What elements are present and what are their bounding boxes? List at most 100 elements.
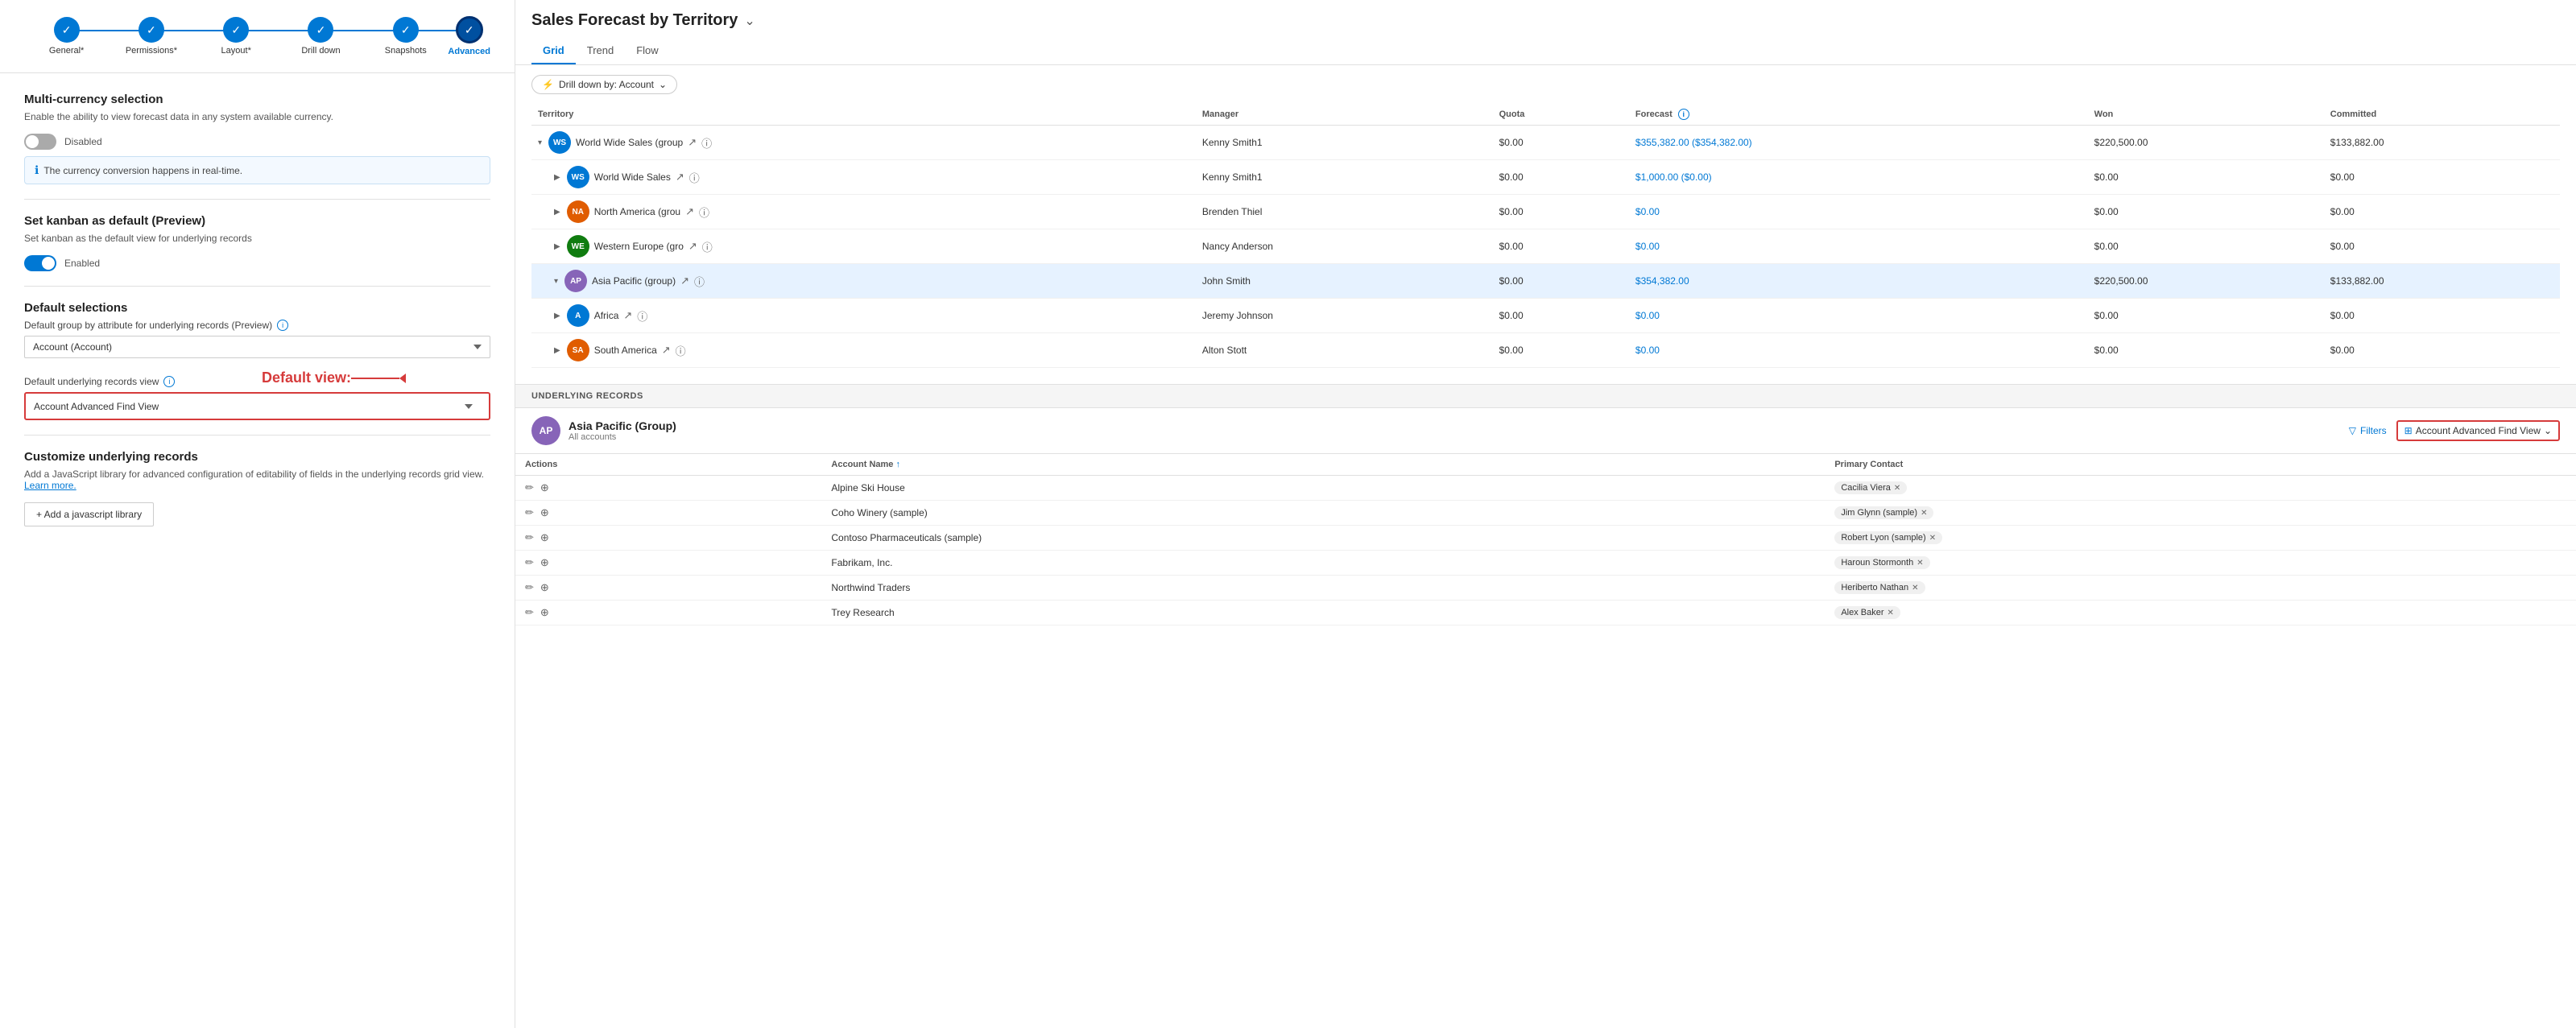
expand-icon[interactable]: ▶ [554, 346, 560, 355]
info-action-icon[interactable]: ⓘ [701, 135, 712, 151]
filters-button[interactable]: ▽ Filters [2349, 425, 2387, 436]
share-icon[interactable]: ↗ [680, 275, 689, 287]
open-icon[interactable]: ⊕ [540, 531, 549, 544]
drill-icon: ⚡ [542, 79, 554, 90]
tab-flow[interactable]: Flow [625, 38, 669, 64]
territory-name: Asia Pacific (group) [592, 275, 676, 287]
step-advanced[interactable]: ✓ Advanced [448, 16, 490, 56]
won-cell: $220,500.00 [2088, 126, 2324, 160]
open-icon[interactable]: ⊕ [540, 581, 549, 594]
territory-avatar: AP [564, 270, 587, 292]
multicurrency-toggle[interactable] [24, 134, 56, 150]
step-layout[interactable]: ✓ Layout* [194, 17, 279, 56]
step-snapshots[interactable]: ✓ Snapshots [363, 17, 448, 56]
contact-remove[interactable]: ✕ [1912, 584, 1918, 592]
info-action-icon[interactable]: ⓘ [694, 274, 705, 289]
edit-icon[interactable]: ✏ [525, 556, 534, 569]
forecast-row[interactable]: ▾ AP Asia Pacific (group) ↗ ⓘ John Smith… [531, 264, 2560, 299]
drill-down-pill[interactable]: ⚡ Drill down by: Account ⌄ [531, 75, 677, 94]
expand-icon[interactable]: ▶ [554, 312, 560, 320]
info-action-icon[interactable]: ⓘ [637, 308, 647, 324]
forecast-header: Sales Forecast by Territory ⌄ Grid Trend… [515, 0, 2576, 65]
expand-icon[interactable]: ▶ [554, 242, 560, 251]
kanban-title: Set kanban as default (Preview) [24, 214, 490, 228]
learn-more-link[interactable]: Learn more. [24, 480, 76, 491]
contact-remove[interactable]: ✕ [1916, 559, 1923, 568]
territory-name: Western Europe (gro [594, 241, 684, 252]
forecast-tabs: Grid Trend Flow [531, 38, 2560, 64]
kanban-toggle-row: Enabled [24, 255, 490, 271]
open-icon[interactable]: ⊕ [540, 506, 549, 519]
contact-remove[interactable]: ✕ [1888, 609, 1894, 617]
share-icon[interactable]: ↗ [688, 240, 697, 253]
tab-trend[interactable]: Trend [576, 38, 625, 64]
col-forecast: Forecast i [1629, 104, 2088, 126]
view-selector[interactable]: ⊞ Account Advanced Find View ⌄ [2396, 420, 2560, 441]
edit-icon[interactable]: ✏ [525, 481, 534, 494]
step-general[interactable]: ✓ General* [24, 17, 109, 56]
underlying-section: UNDERLYING RECORDS [515, 384, 2576, 407]
tab-grid[interactable]: Grid [531, 38, 576, 64]
underlying-row[interactable]: ✏ ⊕ Coho Winery (sample) Jim Glynn (samp… [515, 501, 2576, 526]
col-territory: Territory [531, 104, 1196, 126]
group-select[interactable]: Account (Account) [24, 336, 490, 358]
step-permissions[interactable]: ✓ Permissions* [109, 17, 193, 56]
forecast-row[interactable]: ▾ WS World Wide Sales (group ↗ ⓘ Kenny S… [531, 126, 2560, 160]
share-icon[interactable]: ↗ [623, 309, 632, 322]
contact-remove[interactable]: ✕ [1929, 534, 1936, 543]
underlying-header: UNDERLYING RECORDS [515, 385, 2576, 407]
edit-icon[interactable]: ✏ [525, 506, 534, 519]
row-action-icons: ↗ ⓘ [688, 135, 712, 151]
underlying-row[interactable]: ✏ ⊕ Fabrikam, Inc. Haroun Stormonth ✕ [515, 551, 2576, 576]
expand-icon[interactable]: ▾ [554, 277, 558, 286]
forecast-row[interactable]: ▶ SA South America ↗ ⓘ Alton Stott $0.00… [531, 333, 2560, 368]
info-action-icon[interactable]: ⓘ [676, 343, 686, 358]
forecast-row[interactable]: ▶ WS World Wide Sales ↗ ⓘ Kenny Smith1 $… [531, 160, 2560, 195]
view-info-icon[interactable]: i [163, 376, 175, 387]
share-icon[interactable]: ↗ [685, 205, 694, 218]
contact-remove[interactable]: ✕ [1921, 509, 1927, 518]
stepper: ✓ General* ✓ Permissions* ✓ Layout* ✓ Dr… [0, 0, 515, 73]
quota-cell: $0.00 [1493, 264, 1629, 299]
add-js-button[interactable]: + Add a javascript library [24, 502, 154, 526]
open-icon[interactable]: ⊕ [540, 606, 549, 619]
edit-icon[interactable]: ✏ [525, 581, 534, 594]
row-action-icons: ↗ ⓘ [688, 239, 713, 254]
open-icon[interactable]: ⊕ [540, 556, 549, 569]
contact-remove[interactable]: ✕ [1894, 484, 1900, 493]
quota-cell: $0.00 [1493, 299, 1629, 333]
territory-cell: ▶ A Africa ↗ ⓘ [531, 299, 1196, 333]
forecast-title-row: Sales Forecast by Territory ⌄ [531, 11, 2560, 30]
expand-icon[interactable]: ▶ [554, 173, 560, 182]
underlying-row[interactable]: ✏ ⊕ Alpine Ski House Cacilia Viera ✕ [515, 476, 2576, 501]
info-action-icon[interactable]: ⓘ [689, 170, 700, 185]
col-quota: Quota [1493, 104, 1629, 126]
forecast-dropdown-caret[interactable]: ⌄ [744, 13, 755, 29]
info-action-icon[interactable]: ⓘ [702, 239, 713, 254]
group-info-icon[interactable]: i [277, 320, 288, 331]
forecast-cell: $0.00 [1629, 333, 2088, 368]
kanban-toggle[interactable] [24, 255, 56, 271]
info-action-icon[interactable]: ⓘ [699, 204, 709, 220]
share-icon[interactable]: ↗ [688, 136, 697, 149]
view-select[interactable]: Account Advanced Find View [34, 401, 481, 412]
forecast-row[interactable]: ▶ NA North America (grou ↗ ⓘ Brenden Thi… [531, 195, 2560, 229]
account-name-cell: Fabrikam, Inc. [821, 551, 1825, 576]
territory-avatar: WS [567, 166, 589, 188]
forecast-info-icon[interactable]: i [1678, 109, 1689, 120]
quota-cell: $0.00 [1493, 229, 1629, 264]
edit-icon[interactable]: ✏ [525, 606, 534, 619]
share-icon[interactable]: ↗ [662, 344, 671, 357]
underlying-row[interactable]: ✏ ⊕ Trey Research Alex Baker ✕ [515, 601, 2576, 625]
edit-icon[interactable]: ✏ [525, 531, 534, 544]
expand-icon[interactable]: ▶ [554, 208, 560, 217]
forecast-row[interactable]: ▶ A Africa ↗ ⓘ Jeremy Johnson $0.00 $0.0… [531, 299, 2560, 333]
underlying-row[interactable]: ✏ ⊕ Contoso Pharmaceuticals (sample) Rob… [515, 526, 2576, 551]
step-drilldown[interactable]: ✓ Drill down [279, 17, 363, 56]
share-icon[interactable]: ↗ [676, 171, 684, 184]
open-icon[interactable]: ⊕ [540, 481, 549, 494]
underlying-row[interactable]: ✏ ⊕ Northwind Traders Heriberto Nathan ✕ [515, 576, 2576, 601]
forecast-row[interactable]: ▶ WE Western Europe (gro ↗ ⓘ Nancy Ander… [531, 229, 2560, 264]
sort-icon[interactable]: ↑ [895, 460, 900, 469]
expand-icon[interactable]: ▾ [538, 138, 542, 147]
